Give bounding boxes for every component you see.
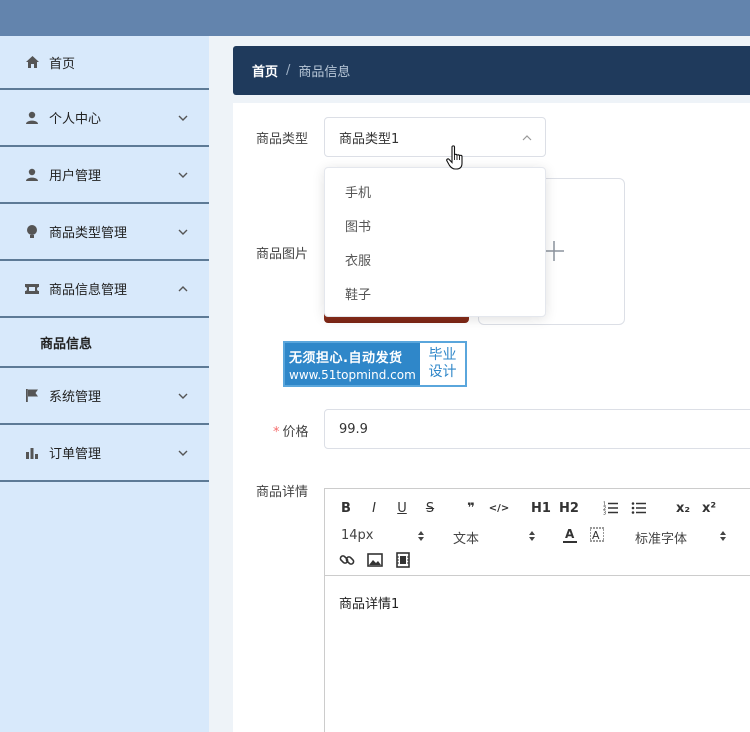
sidebar-item-label: 首页 xyxy=(49,56,76,72)
sidebar-item-system-management[interactable]: 系统管理 xyxy=(0,368,209,425)
bullet-list-icon[interactable] xyxy=(631,501,647,515)
sidebar-item-label: 个人中心 xyxy=(49,112,102,127)
watermark-badge-text: 设计 xyxy=(428,364,457,380)
heading1-button[interactable]: H1 xyxy=(531,501,551,516)
font-family-select[interactable]: 标准字体 xyxy=(635,528,687,547)
chevron-down-icon xyxy=(178,172,188,178)
svg-text:A: A xyxy=(592,529,600,542)
watermark-badge-text: 毕业 xyxy=(428,347,457,363)
home-icon xyxy=(24,54,40,70)
strike-button[interactable]: S xyxy=(423,501,437,516)
price-input[interactable]: 99.9 xyxy=(324,409,750,449)
watermark-banner: 无须担心.自动发货 www.51topmind.com 毕业 设计 xyxy=(283,341,467,387)
select-arrows-icon xyxy=(720,531,726,541)
sidebar-item-product-type-management[interactable]: 商品类型管理 xyxy=(0,204,209,261)
ordered-list-icon[interactable]: 123 xyxy=(603,501,619,515)
sidebar-item-label: 商品信息管理 xyxy=(49,283,128,298)
underline-button[interactable]: U xyxy=(395,501,409,516)
sidebar-item-label: 用户管理 xyxy=(49,169,102,184)
price-label-text: 价格 xyxy=(282,425,309,440)
required-mark: * xyxy=(273,425,280,440)
editor-content[interactable]: 商品详情1 xyxy=(339,593,399,612)
watermark-text: 无须担心.自动发货 xyxy=(289,350,403,366)
bar-chart-icon xyxy=(24,445,40,461)
dropdown-option[interactable]: 手机 xyxy=(325,174,545,208)
video-icon[interactable] xyxy=(395,552,411,568)
main-content: 首页 / 商品信息 商品类型 商品类型1 商品图片 手机 图书 衣服 鞋子 无须… xyxy=(209,36,750,732)
sidebar-item-product-info-management[interactable]: 商品信息管理 xyxy=(0,261,209,318)
blockquote-button[interactable]: ❞ xyxy=(463,501,479,516)
sidebar-item-user-management[interactable]: 用户管理 xyxy=(0,147,209,204)
product-type-selected-value: 商品类型1 xyxy=(339,131,400,147)
breadcrumb: 首页 / 商品信息 xyxy=(233,46,750,95)
superscript-button[interactable]: x² xyxy=(699,501,719,516)
dropdown-option[interactable]: 衣服 xyxy=(325,242,545,276)
select-arrows-icon xyxy=(418,531,424,541)
user-icon xyxy=(24,110,40,126)
sidebar-item-personal-center[interactable]: 个人中心 xyxy=(0,90,209,147)
bold-button[interactable]: B xyxy=(339,501,353,516)
product-type-select[interactable]: 商品类型1 xyxy=(324,117,546,157)
watermark-url: www.51topmind.com xyxy=(289,367,416,382)
plus-icon xyxy=(544,241,564,261)
product-type-label: 商品类型 xyxy=(256,132,309,147)
svg-text:3: 3 xyxy=(603,511,606,516)
breadcrumb-home-link[interactable]: 首页 xyxy=(252,61,278,80)
ticket-icon xyxy=(24,281,40,297)
product-type-dropdown: 手机 图书 衣服 鞋子 xyxy=(324,167,546,317)
chevron-down-icon xyxy=(178,115,188,121)
rich-text-editor: B I U S ❞ </> H1 H2 123 x₂ x² 14px 文本 A xyxy=(324,488,750,732)
subscript-button[interactable]: x₂ xyxy=(673,501,693,516)
price-label: * 价格 xyxy=(273,421,309,440)
sidebar-item-label: 商品类型管理 xyxy=(49,226,128,241)
background-color-icon[interactable]: A xyxy=(590,526,604,544)
watermark-badge: 毕业 设计 xyxy=(420,343,465,385)
breadcrumb-current: 商品信息 xyxy=(298,65,351,80)
dropdown-option[interactable]: 图书 xyxy=(325,208,545,242)
chevron-down-icon xyxy=(178,229,188,235)
toolbar-divider xyxy=(325,575,750,576)
user-icon xyxy=(24,167,40,183)
sidebar-item-home[interactable]: 首页 xyxy=(0,36,209,90)
top-header-bar xyxy=(0,0,750,36)
product-detail-label: 商品详情 xyxy=(256,485,309,500)
chevron-up-icon xyxy=(178,285,188,291)
chevron-down-icon xyxy=(178,393,188,399)
font-size-select[interactable]: 14px xyxy=(341,528,374,543)
image-icon[interactable] xyxy=(367,552,383,568)
product-form: 商品类型 商品类型1 商品图片 手机 图书 衣服 鞋子 无须担心.自动发货 ww… xyxy=(233,103,750,732)
svg-text:A: A xyxy=(565,527,575,541)
font-color-icon[interactable]: A xyxy=(563,526,577,544)
bulb-icon xyxy=(24,224,40,240)
breadcrumb-separator: / xyxy=(286,63,291,78)
sidebar-item-order-management[interactable]: 订单管理 xyxy=(0,425,209,482)
heading2-button[interactable]: H2 xyxy=(559,501,579,516)
price-value: 99.9 xyxy=(339,421,368,437)
flag-icon xyxy=(24,388,40,404)
link-icon[interactable] xyxy=(339,552,355,568)
product-image-label: 商品图片 xyxy=(256,247,309,262)
sidebar-subitem-label: 商品信息 xyxy=(40,336,93,352)
sidebar-item-label: 系统管理 xyxy=(49,390,102,405)
italic-button[interactable]: I xyxy=(367,501,381,516)
dropdown-option[interactable]: 鞋子 xyxy=(325,276,545,310)
hand-cursor-icon xyxy=(446,145,463,170)
select-arrows-icon xyxy=(529,531,535,541)
sidebar-subitem-product-info[interactable]: 商品信息 xyxy=(0,318,209,368)
block-type-select[interactable]: 文本 xyxy=(453,528,479,547)
chevron-down-icon xyxy=(178,450,188,456)
chevron-up-icon xyxy=(522,135,532,141)
sidebar-item-label: 订单管理 xyxy=(49,447,102,462)
code-block-button[interactable]: </> xyxy=(489,501,509,515)
sidebar: 首页 个人中心 用户管理 商品类型管理 商品信息管理 商品信息 系统管理 订单管… xyxy=(0,36,209,732)
